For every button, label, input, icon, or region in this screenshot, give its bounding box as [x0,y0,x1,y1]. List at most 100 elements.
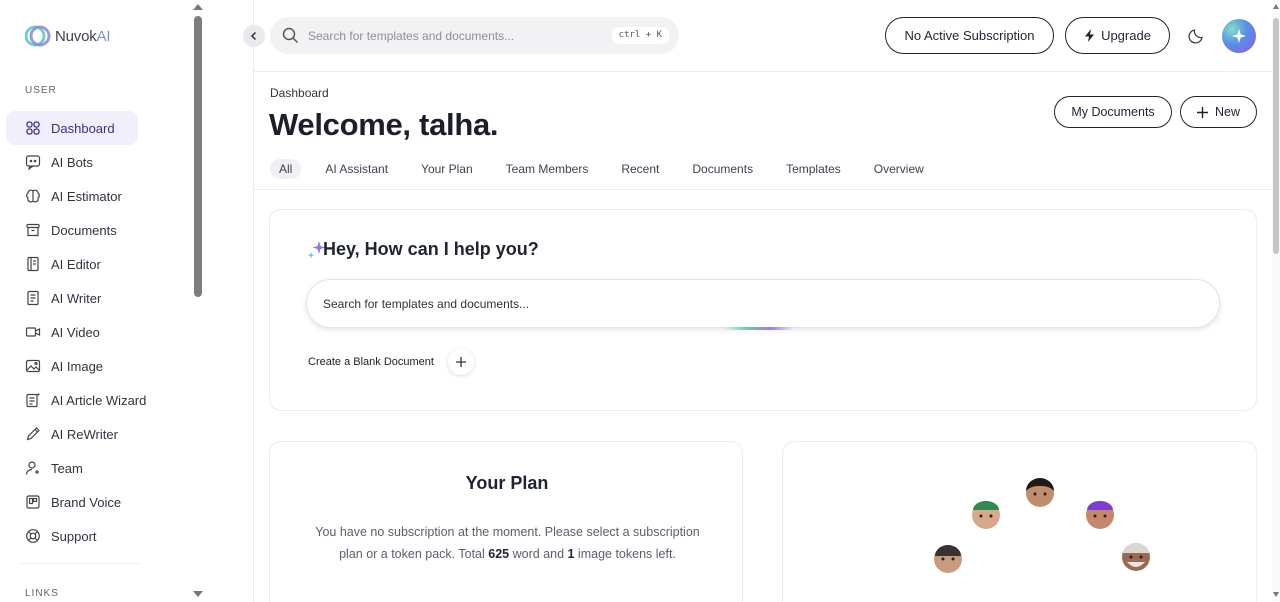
sidebar-item-label: Brand Voice [51,494,122,510]
sidebar-item-team[interactable]: Team [6,451,196,485]
lightning-icon [1085,29,1095,42]
avatar-face-2 [972,501,1000,529]
page-scrollbar-thumb[interactable] [1273,18,1279,254]
avatar-face-3 [1026,478,1054,507]
global-search[interactable]: Search for templates and documents... ct… [270,17,679,54]
page-scrollbar[interactable] [1272,0,1280,602]
sidebar: NuvokAI USER Dashboard AI Bots AI Estima… [0,0,254,602]
page-scroll-up-arrow[interactable] [1273,4,1279,9]
user-plus-icon [25,461,39,475]
sidebar-item-label: AI Video [51,324,100,340]
team-members-card [782,441,1257,602]
sidebar-divider [20,563,140,564]
team-avatars-illustration [934,478,1150,573]
dashboard-tabs: All AI Assistant Your Plan Team Members … [270,159,948,179]
chevron-left-icon [250,31,257,41]
sidebar-item-ai-bots[interactable]: AI Bots [6,145,196,179]
tabs-divider [254,189,1272,190]
main-content: Dashboard Welcome, talha. My Documents N… [254,73,1272,602]
tab-recent[interactable]: Recent [612,159,668,179]
plan-title: Your Plan [465,473,549,493]
tab-your-plan[interactable]: Your Plan [412,159,482,179]
subscription-button[interactable]: No Active Subscription [885,17,1054,54]
sidebar-item-ai-estimator[interactable]: AI Estimator [6,179,196,213]
search-glow [724,327,794,330]
sidebar-item-label: AI Article Wizard [51,392,147,408]
article-icon [26,393,40,408]
sidebar-item-ai-rewriter[interactable]: AI ReWriter [6,417,196,451]
search-placeholder: Search for templates and documents... [308,28,515,43]
plus-icon [456,357,466,367]
create-blank-document-link[interactable]: Create a Blank Document [308,356,434,368]
subscription-label: No Active Subscription [904,28,1035,43]
sidebar-item-ai-article-wizard[interactable]: AI Article Wizard [6,383,196,417]
sidebar-item-label: AI Writer [51,290,102,306]
moon-icon [1188,29,1203,44]
my-documents-button[interactable]: My Documents [1054,96,1172,128]
section-label-user: USER [25,85,57,96]
sidebar-item-documents[interactable]: Documents [6,213,196,247]
sidebar-scrollbar[interactable] [194,16,202,297]
sidebar-nav: Dashboard AI Bots AI Estimator Documents… [6,111,196,553]
page-title: Welcome, talha. [269,107,499,142]
tab-ai-assistant[interactable]: AI Assistant [316,159,397,179]
sidebar-item-label: Documents [51,222,117,238]
sidebar-item-brand-voice[interactable]: Brand Voice [6,485,196,519]
archive-icon [26,223,40,237]
create-blank-document-button[interactable] [448,349,474,375]
word-token-count: 625 [488,547,510,561]
tab-team-members[interactable]: Team Members [497,159,598,179]
upgrade-button[interactable]: Upgrade [1065,17,1170,54]
brand-icon [26,495,40,509]
sidebar-item-label: Dashboard [51,120,115,136]
sidebar-item-label: AI Editor [51,256,101,272]
new-button[interactable]: New [1180,96,1257,128]
avatar-face-1 [934,545,962,573]
sidebar-item-ai-image[interactable]: AI Image [6,349,196,383]
sidebar-scroll-down-arrow[interactable] [193,591,203,597]
sidebar-item-dashboard[interactable]: Dashboard [6,111,138,145]
search-icon [282,27,299,44]
sidebar-item-label: Team [51,460,83,476]
breadcrumb: Dashboard [270,86,329,100]
image-icon [25,359,41,373]
tab-templates[interactable]: Templates [777,159,850,179]
chat-bot-icon [25,155,41,170]
collapse-sidebar-button[interactable] [243,25,265,47]
tab-documents[interactable]: Documents [683,159,762,179]
new-label: New [1214,105,1240,119]
sidebar-item-ai-editor[interactable]: AI Editor [6,247,196,281]
app-window: NuvokAI USER Dashboard AI Bots AI Estima… [0,0,1280,602]
plus-icon [1196,106,1208,118]
sidebar-item-label: AI Estimator [51,188,122,204]
section-label-links: LINKS [25,588,59,599]
sidebar-item-ai-video[interactable]: AI Video [6,315,196,349]
tab-all[interactable]: All [270,159,302,179]
sidebar-scroll-up-arrow[interactable] [193,4,203,10]
sidebar-item-ai-writer[interactable]: AI Writer [6,281,196,315]
logo-icon [24,24,51,48]
sparkle-icon [1232,29,1246,43]
page-scroll-down-arrow[interactable] [1273,592,1279,597]
dark-mode-toggle[interactable] [1188,26,1206,49]
video-icon [25,327,41,337]
keyboard-shortcut-badge: ctrl + K [611,27,669,44]
sidebar-item-label: AI Bots [51,154,93,170]
pencil-icon [26,427,40,441]
notebook-icon [27,256,39,272]
plan-description: You have no subscription at the moment. … [315,525,700,561]
tab-overview[interactable]: Overview [865,159,933,179]
avatar-face-5 [1122,543,1150,571]
lifebuoy-icon [26,529,40,543]
sidebar-item-label: AI ReWriter [51,426,118,442]
logo[interactable]: NuvokAI [24,24,111,48]
avatar-face-4 [1086,501,1114,529]
your-plan-card: Your Plan You have no subscription at th… [269,441,743,602]
user-avatar[interactable] [1222,19,1256,53]
assistant-search-input[interactable]: Search for templates and documents... [306,279,1220,328]
assistant-title: Hey, How can I help you? [323,239,539,259]
sidebar-item-support[interactable]: Support [6,519,196,553]
brain-icon [26,189,40,203]
sidebar-item-label: AI Image [51,358,104,374]
sidebar-item-label: Support [51,528,97,544]
